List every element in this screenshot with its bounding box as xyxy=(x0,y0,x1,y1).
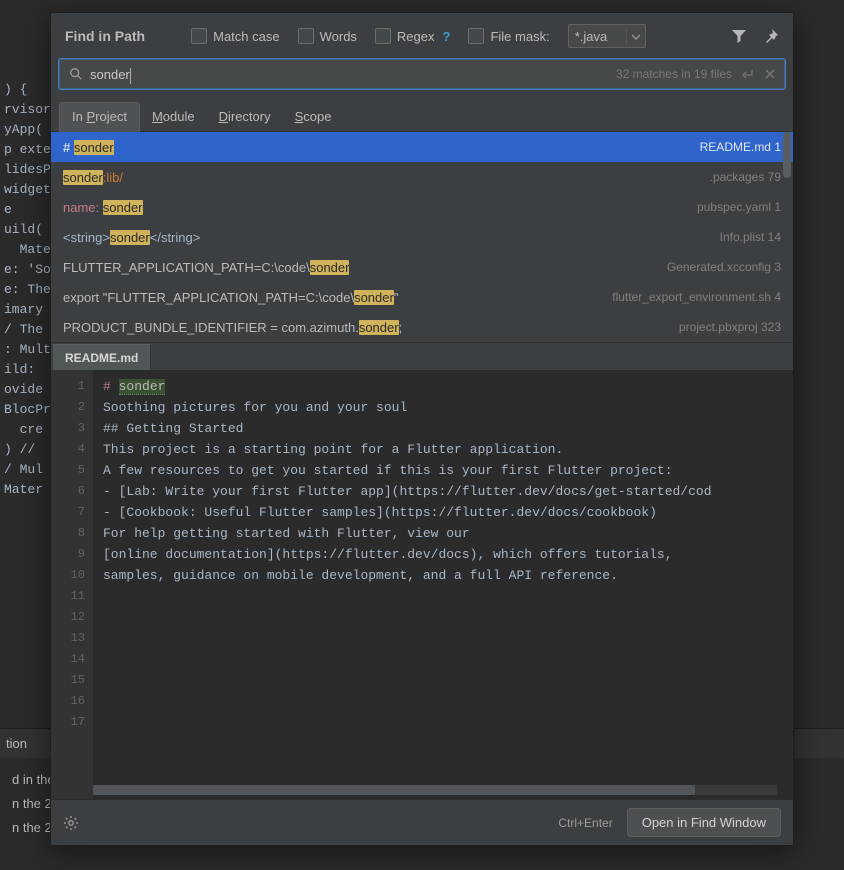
result-row[interactable]: # sonderREADME.md 1 xyxy=(51,132,793,162)
enter-icon xyxy=(742,68,754,80)
scrollbar-thumb[interactable] xyxy=(93,785,695,795)
result-row[interactable]: export "FLUTTER_APPLICATION_PATH=C:\code… xyxy=(51,282,793,312)
preview-code[interactable]: # sonderSoothing pictures for you and yo… xyxy=(93,370,793,799)
match-case-label: Match case xyxy=(213,29,279,44)
scope-tabs: In Project Module Directory Scope xyxy=(51,97,793,132)
close-icon[interactable] xyxy=(764,68,776,80)
match-case-checkbox[interactable]: Match case xyxy=(191,28,279,44)
preview-horizontal-scrollbar[interactable] xyxy=(93,785,777,795)
file-mask-checkbox[interactable]: File mask: xyxy=(468,28,549,44)
preview-gutter: 1234567891011121314151617 xyxy=(51,370,93,799)
file-mask-label: File mask: xyxy=(490,29,549,44)
open-in-find-window-button[interactable]: Open in Find Window xyxy=(627,808,781,837)
filter-icon[interactable] xyxy=(731,28,747,44)
results-list[interactable]: # sonderREADME.md 1sonder:lib/.packages … xyxy=(51,132,793,342)
search-input-box[interactable]: sonder 32 matches in 19 files xyxy=(59,59,785,89)
pin-icon[interactable] xyxy=(763,28,779,44)
find-in-path-dialog: Find in Path Match case Words Regex ? Fi… xyxy=(50,12,794,846)
footer-hint: Ctrl+Enter xyxy=(558,816,612,830)
search-icon xyxy=(68,66,84,82)
regex-label: Regex xyxy=(397,29,435,44)
checkbox-icon xyxy=(375,28,391,44)
scrollbar-thumb[interactable] xyxy=(783,132,791,178)
search-input-text[interactable]: sonder xyxy=(90,67,610,82)
tab-in-project[interactable]: In Project xyxy=(59,102,140,132)
tab-module[interactable]: Module xyxy=(140,103,207,132)
result-row[interactable]: name: sonderpubspec.yaml 1 xyxy=(51,192,793,222)
results-scrollbar[interactable] xyxy=(783,132,791,342)
result-row[interactable]: PRODUCT_BUNDLE_IDENTIFIER = com.azimuth.… xyxy=(51,312,793,342)
result-row[interactable]: sonder:lib/.packages 79 xyxy=(51,162,793,192)
result-row[interactable]: FLUTTER_APPLICATION_PATH=C:\code\sonderG… xyxy=(51,252,793,282)
checkbox-icon xyxy=(298,28,314,44)
dropdown-icon[interactable] xyxy=(626,29,642,45)
tab-directory[interactable]: Directory xyxy=(207,103,283,132)
preview-file-tab[interactable]: README.md xyxy=(53,344,151,370)
checkbox-icon xyxy=(191,28,207,44)
words-label: Words xyxy=(320,29,357,44)
preview-pane[interactable]: 1234567891011121314151617 # sonderSoothi… xyxy=(51,370,793,799)
regex-checkbox[interactable]: Regex ? xyxy=(375,28,451,44)
dialog-title: Find in Path xyxy=(65,28,145,44)
result-row[interactable]: <string>sonder</string>Info.plist 14 xyxy=(51,222,793,252)
regex-help-icon[interactable]: ? xyxy=(443,29,451,44)
tab-scope[interactable]: Scope xyxy=(283,103,344,132)
search-match-count: 32 matches in 19 files xyxy=(616,67,732,81)
checkbox-icon xyxy=(468,28,484,44)
dialog-header: Find in Path Match case Words Regex ? Fi… xyxy=(51,13,793,59)
words-checkbox[interactable]: Words xyxy=(298,28,357,44)
gear-icon[interactable] xyxy=(63,815,79,831)
dialog-footer: Ctrl+Enter Open in Find Window xyxy=(51,799,793,845)
